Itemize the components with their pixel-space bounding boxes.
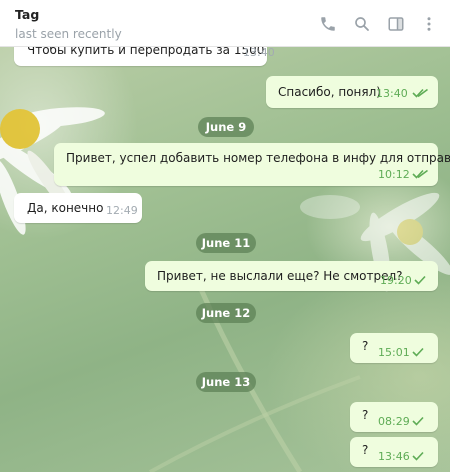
check-icon (412, 451, 424, 461)
message-text: Да, конечно (27, 201, 104, 215)
date-separator: June 9 (198, 117, 254, 137)
check-icon (412, 347, 424, 357)
message-time: 15:01 (378, 346, 410, 359)
check-icon (414, 275, 426, 285)
outgoing-message[interactable]: ? 15:01 (350, 333, 438, 363)
message-time: 12:49 (106, 204, 138, 217)
message-text: ? (362, 339, 369, 353)
message-text: Привет, успел добавить номер телефона в … (66, 151, 450, 165)
double-check-icon (412, 169, 428, 179)
search-icon[interactable] (352, 14, 372, 34)
sidebar-toggle-icon[interactable] (386, 14, 406, 34)
message-time: 13:40 (243, 47, 275, 59)
phone-icon[interactable] (318, 14, 338, 34)
message-time: 13:46 (378, 450, 410, 463)
message-time: 08:29 (378, 415, 410, 428)
message-time: 19:20 (380, 274, 412, 287)
message-text: Чтобы купить и перепродать за 1500 (27, 47, 265, 57)
outgoing-message[interactable]: Привет, успел добавить номер телефона в … (54, 143, 450, 186)
date-separator: June 11 (196, 233, 256, 253)
outgoing-message[interactable]: Спасибо, понял) 13:40 (266, 76, 438, 108)
message-text: ? (362, 443, 369, 457)
message-time: 10:12 (378, 168, 410, 181)
outgoing-message[interactable]: Привет, не выслали еще? Не смотрел? 19:2… (145, 261, 438, 291)
date-separator: June 12 (196, 303, 256, 323)
contact-name[interactable]: Tag (15, 7, 39, 22)
chat-area[interactable]: Чтобы купить и перепродать за 1500 13:40… (0, 47, 450, 472)
date-separator: June 13 (196, 372, 256, 392)
check-icon (412, 416, 424, 426)
outgoing-message[interactable]: ? 08:29 (350, 402, 438, 432)
more-vert-icon[interactable] (419, 14, 439, 34)
message-time: 13:40 (376, 87, 408, 100)
chat-header: Tag last seen recently (0, 0, 450, 47)
message-text: Спасибо, понял) (278, 85, 381, 99)
message-text: Привет, не выслали еще? Не смотрел? (157, 269, 403, 283)
incoming-message[interactable]: Чтобы купить и перепродать за 1500 13:40 (14, 47, 275, 66)
double-check-icon (412, 88, 428, 98)
incoming-message[interactable]: Да, конечно 12:49 (14, 193, 142, 223)
message-text: ? (362, 408, 369, 422)
outgoing-message[interactable]: ? 13:46 (350, 437, 438, 467)
contact-status: last seen recently (15, 27, 122, 41)
